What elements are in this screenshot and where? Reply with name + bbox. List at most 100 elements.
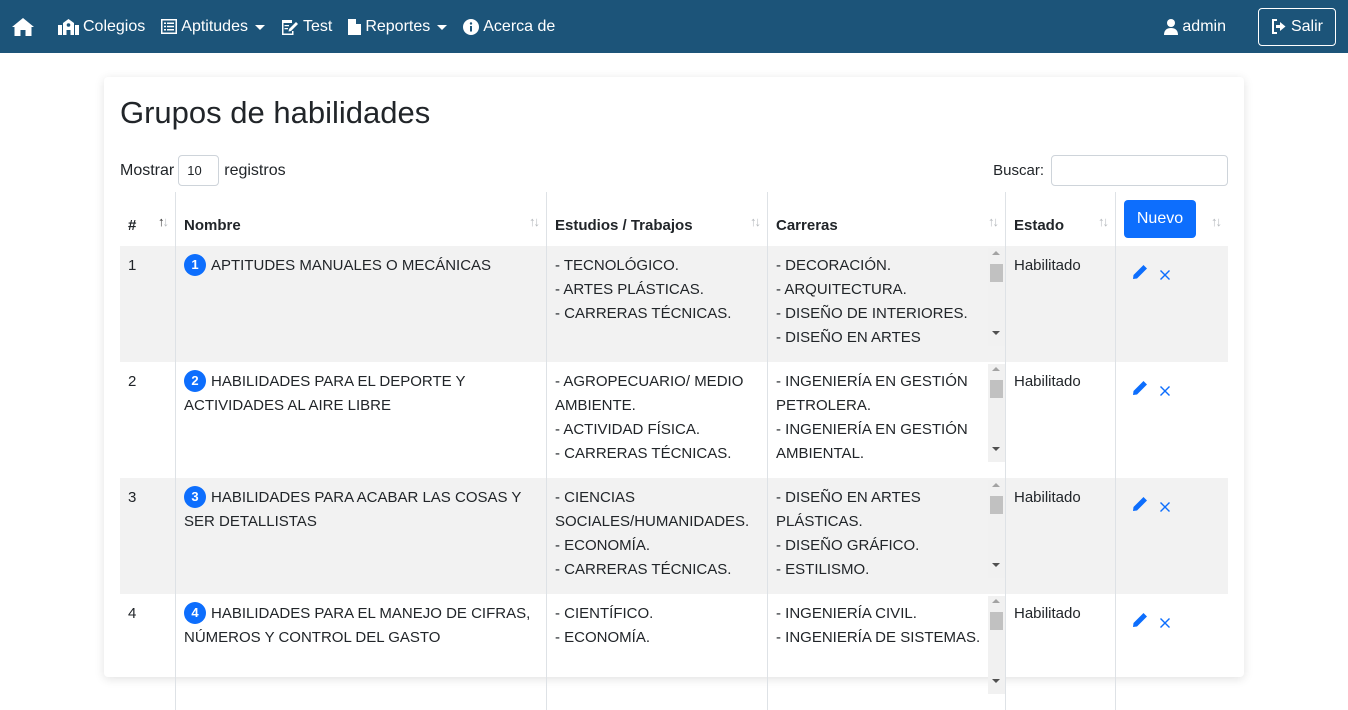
row-actions: [1124, 486, 1220, 520]
row-number: 1: [128, 257, 137, 274]
row-actions: [1124, 370, 1220, 404]
estudio-item: - AGROPECUARIO/ MEDIO: [555, 373, 744, 390]
list-icon: [161, 19, 178, 34]
sort-icon: ↑↓: [1211, 214, 1222, 229]
sort-icon: ↑↓: [158, 214, 169, 229]
edit-button[interactable]: [1132, 612, 1148, 636]
nav-acerca[interactable]: Acerca de: [463, 0, 555, 53]
cell-num: 1: [120, 246, 175, 362]
scroll-up-icon[interactable]: [992, 483, 1000, 487]
new-button[interactable]: Nuevo: [1124, 200, 1196, 238]
close-icon: [1160, 270, 1170, 280]
scroll-down-icon[interactable]: [992, 563, 1000, 567]
scroll-thumb[interactable]: [990, 496, 1003, 514]
delete-button[interactable]: [1160, 264, 1170, 288]
table-row: 2 2 HABILIDADES PARA EL DEPORTE Y ACTIVIDA…: [120, 362, 1228, 478]
status-text: Habilitado: [1014, 257, 1081, 274]
scroll-up-icon[interactable]: [992, 367, 1000, 371]
delete-button[interactable]: [1160, 380, 1170, 404]
cell-num: 4: [120, 594, 175, 710]
group-badge: 3: [184, 486, 206, 509]
search-input[interactable]: [1051, 155, 1228, 186]
estudio-item: SOCIALES/HUMANIDADES.: [555, 513, 750, 530]
scrollbar[interactable]: [988, 364, 1005, 462]
carrera-item: - INGENIERÍA DE SISTEMAS.: [776, 629, 981, 646]
home-link[interactable]: [11, 0, 35, 53]
scrollbar[interactable]: [988, 480, 1005, 578]
row-number: 4: [128, 605, 137, 622]
nav-acerca-label: Acerca de: [483, 17, 556, 35]
cell-estado: Habilitado: [1005, 478, 1115, 594]
logout-button[interactable]: Salir: [1257, 7, 1336, 46]
user-name: admin: [1182, 17, 1226, 35]
page-length-select[interactable]: 10: [178, 155, 220, 186]
scroll-thumb[interactable]: [990, 380, 1003, 398]
carrera-item: PETROLERA.: [776, 397, 872, 414]
carreras-scroll-box[interactable]: - INGENIERÍA CIVIL. - INGENIERÍA DE SISTE…: [776, 602, 997, 698]
sort-icon: ↑↓: [988, 214, 999, 229]
cell-estudios: - CIENCIAS SOCIALES/HUMANIDADES. - ECONOMÍ…: [546, 478, 767, 594]
pencil-icon: [1133, 613, 1147, 627]
pencil-icon: [1133, 381, 1147, 395]
estudio-item: - CIENTÍFICO.: [555, 605, 654, 622]
header-carreras[interactable]: Carreras ↑↓: [767, 192, 1005, 246]
cell-estudios: - AGROPECUARIO/ MEDIO AMBIENTE. - ACTIVIDA…: [546, 362, 767, 478]
info-icon: [463, 18, 480, 35]
show-label: Mostrar: [120, 161, 175, 179]
carreras-scroll-box[interactable]: - DECORACIÓN. - ARQUITECTURA. - DISEÑO DE …: [776, 254, 997, 350]
edit-button[interactable]: [1132, 380, 1148, 404]
scroll-down-icon[interactable]: [992, 679, 1000, 683]
nav-reportes[interactable]: Reportes: [348, 0, 448, 53]
close-icon: [1160, 386, 1170, 396]
user-menu[interactable]: admin: [1164, 0, 1226, 53]
group-name: HABILIDADES PARA ACABAR LAS COSAS Y SER …: [184, 489, 522, 530]
scrollbar[interactable]: [988, 596, 1005, 694]
scroll-thumb[interactable]: [990, 264, 1003, 282]
cell-estado: Habilitado: [1005, 362, 1115, 478]
sort-icon: ↑↓: [750, 214, 761, 229]
cell-actions: [1115, 362, 1228, 478]
row-number: 2: [128, 373, 137, 390]
edit-button[interactable]: [1132, 264, 1148, 288]
header-estado[interactable]: Estado ↑↓: [1005, 192, 1115, 246]
scroll-down-icon[interactable]: [992, 331, 1000, 335]
carrera-item: - DISEÑO DE INTERIORES.: [776, 305, 968, 322]
carrera-item: PLÁSTICAS.: [776, 513, 863, 530]
header-actions: Nuevo ↑↓: [1115, 192, 1228, 246]
delete-button[interactable]: [1160, 612, 1170, 636]
scroll-up-icon[interactable]: [992, 251, 1000, 255]
edit-button[interactable]: [1132, 496, 1148, 520]
delete-button[interactable]: [1160, 496, 1170, 520]
estudio-item: - CARRERAS TÉCNICAS.: [555, 561, 732, 578]
carrera-item: - ESTILISMO.: [776, 561, 870, 578]
scroll-thumb[interactable]: [990, 612, 1003, 630]
header-num[interactable]: # ↑↓: [120, 192, 175, 246]
school-icon: [58, 18, 79, 35]
edit-document-icon: [281, 19, 298, 35]
row-actions: [1124, 602, 1220, 636]
scrollbar[interactable]: [988, 248, 1005, 346]
nav-aptitudes[interactable]: Aptitudes: [161, 0, 265, 53]
estudio-item: - CARRERAS TÉCNICAS.: [555, 305, 732, 322]
table-header-row: # ↑↓ Nombre ↑↓ Estudios / Trabajos ↑↓ Ca…: [120, 192, 1228, 246]
records-label: registros: [224, 161, 286, 179]
table-row: 1 1 APTITUDES MANUALES O MECÁNICAS - TECNOL…: [120, 246, 1228, 362]
pencil-icon: [1133, 265, 1147, 279]
header-nombre[interactable]: Nombre ↑↓: [175, 192, 546, 246]
carrera-item: - DISEÑO GRÁFICO.: [776, 537, 920, 554]
group-badge: 2: [184, 370, 206, 393]
table-body: 1 1 APTITUDES MANUALES O MECÁNICAS - TECNOL…: [120, 246, 1228, 710]
nav-colegios[interactable]: Colegios: [58, 0, 145, 53]
carrera-item: - DISEÑO EN ARTES: [776, 489, 921, 506]
scroll-up-icon[interactable]: [992, 599, 1000, 603]
close-icon: [1160, 618, 1170, 628]
cell-actions: [1115, 594, 1228, 710]
carreras-scroll-box[interactable]: - INGENIERÍA EN GESTIÓN PETROLERA. - INGEN…: [776, 370, 997, 466]
nav-test[interactable]: Test: [281, 0, 332, 53]
scroll-down-icon[interactable]: [992, 447, 1000, 451]
header-estudios[interactable]: Estudios / Trabajos ↑↓: [546, 192, 767, 246]
carreras-scroll-box[interactable]: - DISEÑO EN ARTES PLÁSTICAS. - DISEÑO GRÁF…: [776, 486, 997, 582]
estudio-item: - ACTIVIDAD FÍSICA.: [555, 421, 701, 438]
group-name: HABILIDADES PARA EL DEPORTE Y ACTIVIDADE…: [184, 373, 466, 414]
group-badge: 1: [184, 254, 206, 277]
